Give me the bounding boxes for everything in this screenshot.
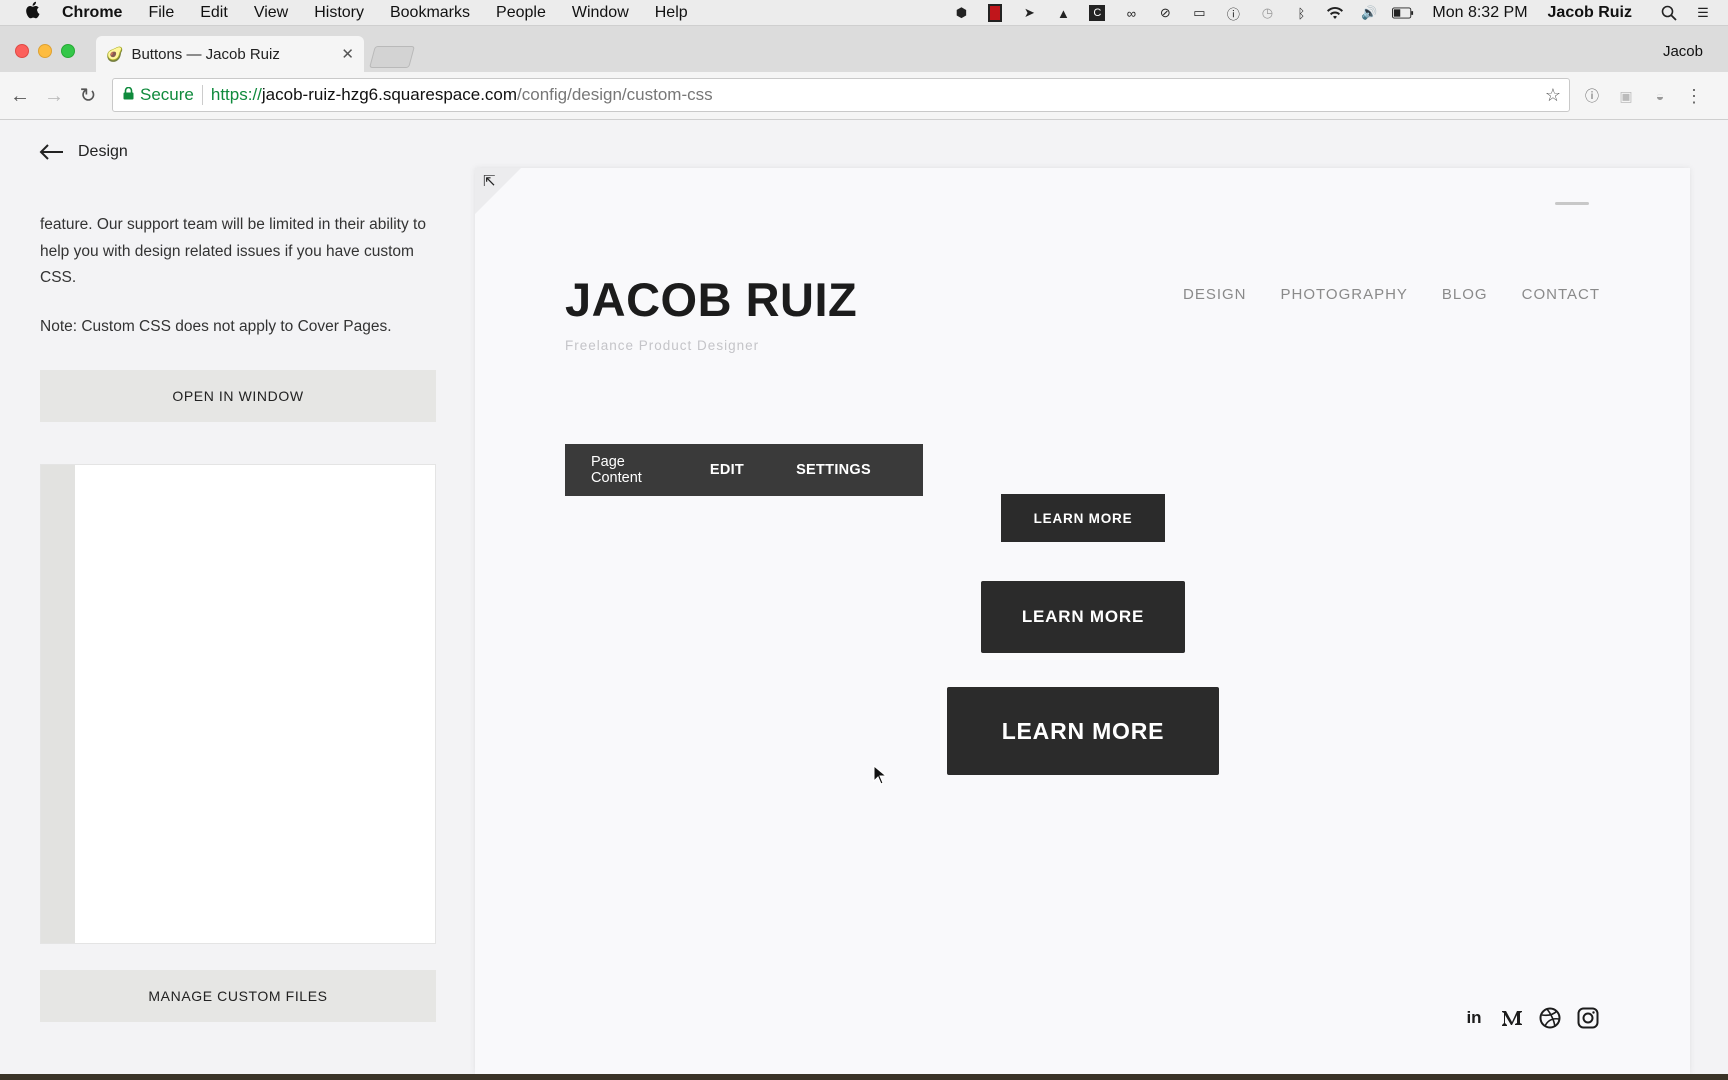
browser-toolbar: ← → ↻ Secure https:// jacob-ruiz-hzg6.sq… (0, 72, 1728, 120)
open-in-window-button[interactable]: OPEN IN WINDOW (40, 370, 436, 422)
profile-button[interactable]: Jacob (1663, 43, 1703, 60)
dribbble-icon[interactable] (1538, 1006, 1562, 1030)
reload-icon[interactable]: ↻ (76, 84, 100, 108)
url-host: jacob-ruiz-hzg6.squarespace.com (261, 85, 518, 104)
spotlight-search-icon[interactable] (1658, 5, 1680, 21)
zoom-window-button[interactable] (61, 44, 75, 58)
custom-css-help-text: feature. Our support team will be limite… (40, 216, 426, 286)
avocado-favicon-icon: 🥑 (106, 45, 124, 62)
cover-pages-note: Note: Custom CSS does not apply to Cover… (40, 318, 392, 335)
tab-strip: 🥑 Buttons — Jacob Ruiz ✕ Jacob (0, 26, 1728, 72)
back-arrow-icon[interactable]: ← (8, 84, 32, 108)
learn-more-button-large[interactable]: LEARN MORE (947, 687, 1219, 775)
screen-icon[interactable]: ▭ (1188, 5, 1210, 21)
time-machine-icon[interactable]: ◷ (1256, 5, 1278, 21)
menu-edit[interactable]: Edit (200, 4, 228, 22)
manage-custom-files-button[interactable]: MANAGE CUSTOM FILES (40, 970, 436, 1022)
close-window-button[interactable] (15, 44, 29, 58)
back-link-label: Design (78, 143, 128, 160)
mouse-cursor-icon (873, 764, 888, 791)
extension-icon[interactable]: ◒ (1650, 86, 1670, 106)
menu-history[interactable]: History (314, 4, 364, 22)
instagram-icon[interactable] (1576, 1006, 1600, 1030)
menu-bookmarks[interactable]: Bookmarks (390, 4, 470, 22)
back-arrow-icon (38, 142, 64, 162)
forward-arrow-icon[interactable]: → (42, 84, 66, 108)
menu-window[interactable]: Window (572, 4, 629, 22)
page-content: Design feature. Our support team will be… (0, 120, 1728, 1074)
dropbox-icon[interactable]: ⬢ (950, 5, 972, 21)
nav-link-photography[interactable]: PHOTOGRAPHY (1281, 286, 1408, 303)
film-icon[interactable] (984, 4, 1006, 22)
page-content-edit-bar: Page Content EDIT SETTINGS (565, 444, 923, 496)
site-preview-frame: ⇱ JACOB RUIZ Freelance Product Designer … (475, 168, 1690, 1074)
bluetooth-icon[interactable]: ᛒ (1290, 5, 1312, 21)
lock-icon[interactable] (123, 86, 134, 103)
macos-menubar: Chrome File Edit View History Bookmarks … (0, 0, 1728, 26)
url-path: /config/design/custom-css (517, 85, 713, 104)
expand-preview-icon[interactable]: ⇱ (483, 172, 496, 190)
site-tagline: Freelance Product Designer (565, 338, 760, 353)
design-sidebar: Design feature. Our support team will be… (0, 120, 475, 1074)
menu-people[interactable]: People (496, 4, 546, 22)
chrome-menu-icon[interactable]: ⋮ (1684, 86, 1704, 106)
editor-line-gutter (41, 465, 75, 943)
nav-link-blog[interactable]: BLOG (1442, 286, 1488, 303)
apple-menu-icon[interactable] (24, 1, 44, 24)
preview-drag-handle[interactable] (1555, 202, 1589, 205)
tab-close-icon[interactable]: ✕ (341, 45, 354, 63)
creative-cloud-icon[interactable]: ∞ (1120, 5, 1142, 21)
omnibox-separator (201, 85, 203, 105)
menu-view[interactable]: View (254, 4, 288, 22)
back-to-design-link[interactable]: Design (38, 142, 128, 162)
app-c-icon[interactable]: C (1086, 5, 1108, 21)
secure-label[interactable]: Secure (140, 85, 194, 105)
medium-icon[interactable] (1500, 1006, 1524, 1030)
menu-chrome[interactable]: Chrome (62, 4, 122, 22)
browser-window: 🥑 Buttons — Jacob Ruiz ✕ Jacob ← → ↻ Sec… (0, 26, 1728, 1074)
onepassword-icon[interactable]: ⓘ (1222, 5, 1244, 22)
nav-link-design[interactable]: DESIGN (1183, 286, 1247, 303)
page-content-label: Page Content (591, 454, 642, 486)
tab-title: Buttons — Jacob Ruiz (131, 45, 280, 63)
volume-icon[interactable]: 🔊 (1358, 5, 1380, 21)
camera-extension-icon[interactable]: ▣ (1616, 86, 1636, 106)
social-links: in (1462, 1006, 1600, 1030)
settings-button[interactable]: SETTINGS (796, 462, 871, 478)
edit-button[interactable]: EDIT (710, 462, 744, 478)
battery-icon[interactable] (1392, 5, 1414, 21)
menu-help[interactable]: Help (655, 4, 688, 22)
browser-tab-active[interactable]: 🥑 Buttons — Jacob Ruiz ✕ (96, 36, 364, 72)
site-navigation: DESIGN PHOTOGRAPHY BLOG CONTACT (1183, 286, 1600, 303)
minimize-window-button[interactable] (38, 44, 52, 58)
onepassword-extension-icon[interactable]: ⓘ (1582, 86, 1602, 106)
learn-more-button-small[interactable]: LEARN MORE (1001, 494, 1165, 542)
nav-link-contact[interactable]: CONTACT (1522, 286, 1600, 303)
airmail-icon[interactable]: ➤ (1018, 5, 1040, 21)
address-bar[interactable]: Secure https:// jacob-ruiz-hzg6.squaresp… (112, 78, 1570, 112)
site-title[interactable]: JACOB RUIZ (565, 272, 857, 327)
css-code-editor[interactable] (40, 464, 436, 944)
url-scheme: https:// (210, 85, 262, 104)
google-drive-icon[interactable]: ▲ (1052, 5, 1074, 21)
learn-more-button-medium[interactable]: LEARN MORE (981, 581, 1185, 653)
wifi-icon[interactable] (1324, 5, 1346, 21)
do-not-disturb-icon[interactable]: ⊘ (1154, 5, 1176, 21)
menu-file[interactable]: File (148, 4, 174, 22)
preview-corner (475, 168, 521, 214)
new-tab-button[interactable] (369, 46, 415, 68)
menubar-clock[interactable]: Mon 8:32 PM (1432, 4, 1527, 22)
bookmark-star-icon[interactable]: ☆ (1545, 85, 1561, 106)
menubar-user[interactable]: Jacob Ruiz (1548, 4, 1632, 22)
linkedin-icon[interactable]: in (1462, 1006, 1486, 1030)
desktop-background (0, 1074, 1728, 1080)
notification-center-icon[interactable]: ☰ (1692, 5, 1714, 21)
